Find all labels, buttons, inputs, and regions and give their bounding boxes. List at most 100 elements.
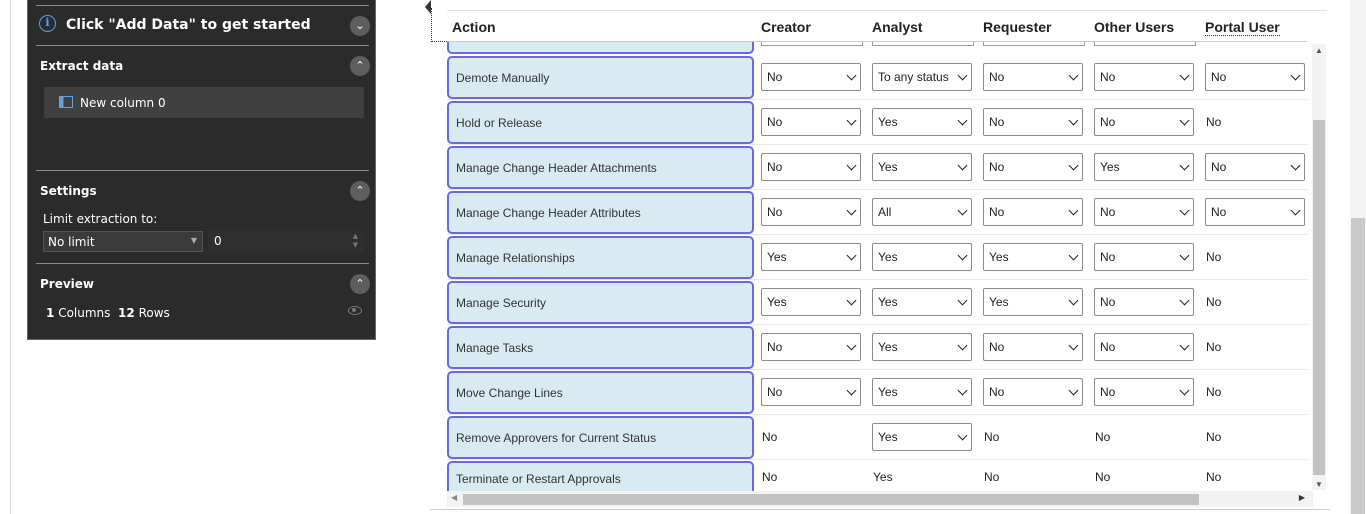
chevron-up-icon[interactable]: ⌃ [350,181,370,201]
chevron-down-icon [846,385,857,396]
action-cell[interactable]: Manage Relationships [447,236,754,279]
select-value: No [1100,70,1116,84]
scroll-right-icon[interactable]: ▶ [1299,493,1305,502]
scroll-thumb[interactable] [463,494,1199,505]
chevron-up-icon[interactable]: ⌃ [350,274,370,294]
chevron-up-icon[interactable]: ⌃ [350,56,370,76]
action-cell[interactable]: Manage Change Header Attributes [447,191,754,234]
action-cell[interactable]: Hold or Release [447,101,754,144]
limit-number-input[interactable]: 0 ▲ ▼ [208,231,364,252]
limit-number-value: 0 [214,234,222,248]
permission-select[interactable]: No [1205,198,1305,226]
select-value: No [1211,160,1227,174]
header-other-users[interactable]: Other Users [1094,19,1174,35]
permission-text: No [1206,430,1222,444]
scroll-thumb[interactable] [1313,120,1325,475]
permission-select[interactable]: Yes [983,288,1083,316]
permission-select[interactable]: No [1094,378,1194,406]
select-value: Yes [878,385,898,399]
permission-select[interactable]: No [1094,243,1194,271]
scroll-down-icon[interactable]: ▼ [1315,480,1323,489]
select-value: Yes [1100,160,1120,174]
permission-select[interactable]: Yes [983,243,1083,271]
chevron-down-icon [846,250,857,261]
header-creator[interactable]: Creator [761,19,811,35]
scroll-left-icon[interactable]: ◀ [451,493,457,502]
permission-select[interactable]: No [1094,288,1194,316]
permission-select[interactable]: No [1094,333,1194,361]
action-cell[interactable]: Remove Approvers for Current Status [447,416,754,459]
header-portal-user[interactable]: Portal User [1205,19,1280,36]
permission-select[interactable]: To any status [872,63,972,91]
permission-select[interactable]: No [1094,108,1194,136]
permission-select[interactable]: Yes [872,108,972,136]
new-column-item[interactable]: New column 0 [44,87,364,118]
page-vertical-scrollbar[interactable] [1350,0,1366,514]
permission-select[interactable]: Yes [872,333,972,361]
action-cell[interactable]: Manage Change Header Attachments [447,146,754,189]
permission-select[interactable]: No [983,198,1083,226]
action-label: Hold or Release [456,116,543,130]
header-analyst[interactable]: Analyst [872,19,923,35]
extraction-panel: i Click "Add Data" to get started ⌄ Extr… [27,0,376,340]
select-value: No [767,70,783,84]
action-cell[interactable]: Demote Manually [447,56,754,99]
permission-select[interactable]: No [1094,63,1194,91]
chevron-down-icon [957,340,968,351]
permission-select[interactable]: No [761,153,861,181]
action-label: Demote Manually [456,71,550,85]
permission-select[interactable]: No [983,333,1083,361]
spinner-icon[interactable]: ▲ ▼ [353,232,358,250]
action-label: Manage Change Header Attributes [456,206,641,220]
permission-select[interactable]: No [983,108,1083,136]
permission-select[interactable]: All [872,198,972,226]
permission-select[interactable]: No [761,198,861,226]
action-cell[interactable]: Manage Security [447,281,754,324]
partial-select [761,42,863,46]
permission-select[interactable]: No [761,378,861,406]
permission-select[interactable]: Yes [761,243,861,271]
partial-row-action [447,42,754,54]
table-row: Hold or Release No Yes No No No [447,100,1307,145]
scroll-up-icon[interactable]: ▲ [1315,46,1323,55]
permission-select[interactable]: No [1205,63,1305,91]
select-value: No [1100,295,1116,309]
scroll-thumb[interactable] [1351,218,1365,514]
permission-select[interactable]: Yes [872,378,972,406]
header-requester[interactable]: Requester [983,19,1051,35]
eye-icon[interactable] [348,306,362,315]
permission-select[interactable]: No [1205,153,1305,181]
permission-select[interactable]: No [983,378,1083,406]
permission-text: No [984,470,1000,484]
permission-select[interactable]: No [983,63,1083,91]
permission-select[interactable]: Yes [872,423,972,451]
limit-select[interactable]: No limit ▼ [43,231,203,252]
permission-select[interactable]: No [983,153,1083,181]
chevron-down-icon [846,160,857,171]
partial-select [983,42,1085,46]
permission-select[interactable]: Yes [1094,153,1194,181]
permission-select[interactable]: Yes [872,288,972,316]
action-cell[interactable]: Terminate or Restart Approvals [447,461,754,493]
permission-select[interactable]: No [761,333,861,361]
partial-select [1094,42,1196,46]
permission-select[interactable]: No [1094,198,1194,226]
chevron-down-icon [1068,385,1079,396]
chevron-down-icon [957,205,968,216]
grid-horizontal-scrollbar[interactable]: ◀ ▶ [447,491,1313,507]
permission-select[interactable]: No [761,108,861,136]
select-value: No [989,70,1005,84]
action-cell[interactable]: Move Change Lines [447,371,754,414]
permission-select[interactable]: Yes [872,153,972,181]
chevron-down-icon[interactable]: ⌄ [350,16,370,36]
header-action[interactable]: Action [452,19,496,35]
action-cell[interactable]: Manage Tasks [447,326,754,369]
columns-count: 1 [46,306,55,320]
permission-select[interactable]: No [761,63,861,91]
permission-text: No [1206,115,1222,129]
chevron-down-icon [846,205,857,216]
grid-vertical-scrollbar[interactable]: ▲ ▼ [1312,44,1326,490]
permission-select[interactable]: Yes [761,288,861,316]
permission-select[interactable]: Yes [872,243,972,271]
preview-counts: 1 Columns 12 Rows [46,306,170,320]
